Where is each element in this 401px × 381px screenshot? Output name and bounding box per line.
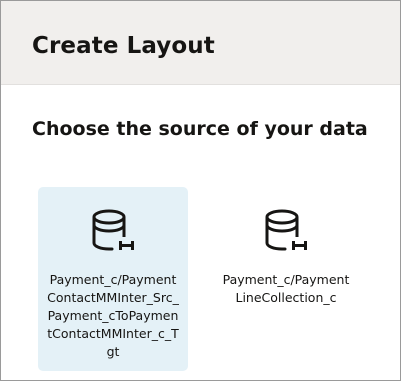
data-source-card-payment-contact[interactable]: Payment_c/PaymentContactMMInter_Src_Paym… [38, 187, 188, 371]
data-source-list: Payment_c/PaymentContactMMInter_Src_Paym… [38, 187, 378, 377]
data-source-label: Payment_c/PaymentContactMMInter_Src_Paym… [47, 272, 179, 359]
database-link-icon [92, 209, 134, 251]
dialog-header: Create Layout [1, 6, 400, 85]
section-heading: Choose the source of your data [32, 118, 368, 140]
dialog-title: Create Layout [32, 33, 215, 59]
data-source-card-payment-line-collection[interactable]: Payment_c/PaymentLineCollection_c [211, 187, 361, 371]
create-layout-dialog: Create Layout Choose the source of your … [0, 0, 401, 381]
data-source-label: Payment_c/PaymentLineCollection_c [222, 272, 350, 305]
database-link-icon [265, 209, 307, 251]
